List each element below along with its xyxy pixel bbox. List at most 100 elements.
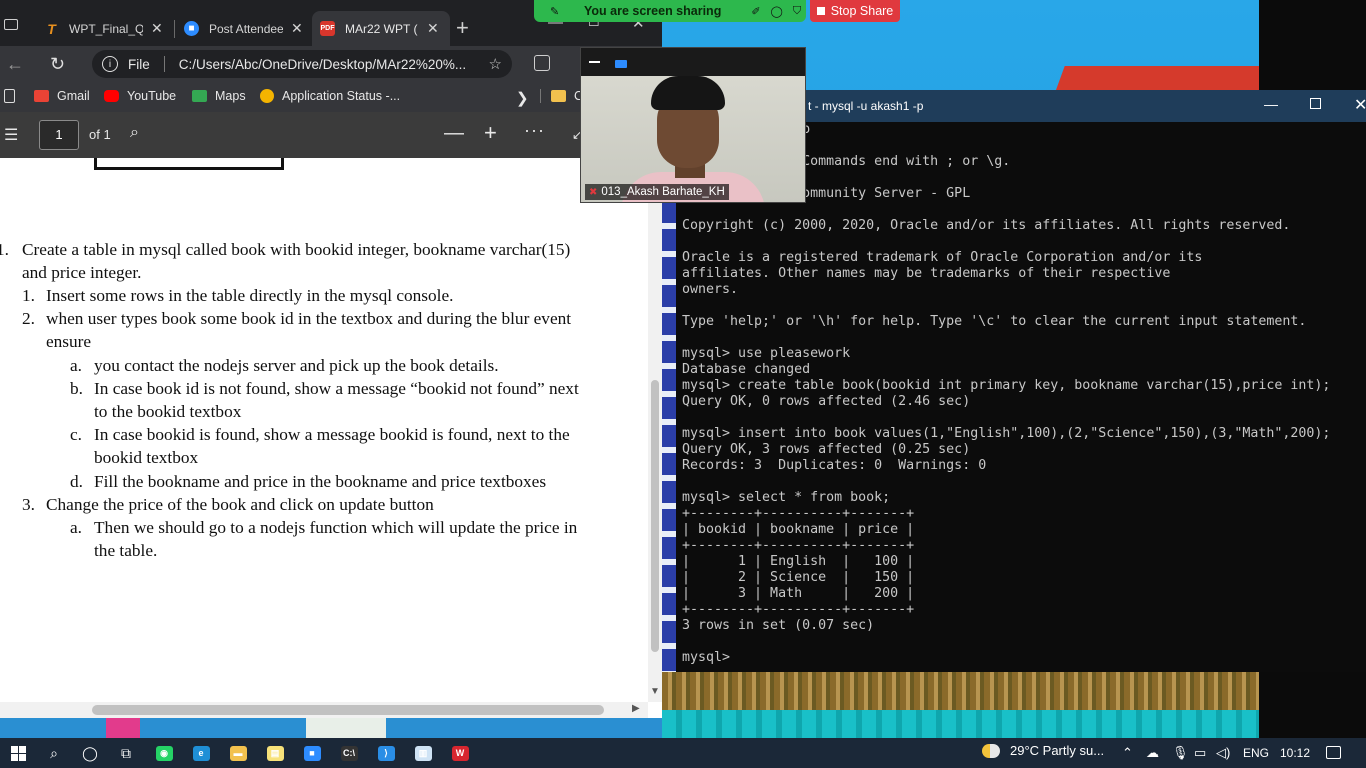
list-marker: 1.	[22, 286, 35, 305]
onedrive-icon[interactable]: ☁	[1146, 745, 1159, 761]
pdf-toolbar: ☰ 1 of 1 ⌕ — + ··· ↙	[0, 112, 662, 158]
terminal-line: mysql> create table book(bookid int prim…	[682, 378, 1331, 393]
terminal-line: | 2 | Science | 150 |	[682, 570, 915, 585]
annotate-icon[interactable]: ✐	[751, 5, 760, 18]
search-icon[interactable]: ⌕	[130, 124, 139, 142]
wallpaper-ground	[662, 672, 1259, 712]
edge-icon[interactable]: e	[191, 744, 211, 762]
weather-widget[interactable]: 29°C Partly su...	[982, 743, 1104, 758]
pause-share-icon[interactable]: ◯	[771, 5, 783, 18]
terminal-line: Records: 3 Duplicates: 0 Warnings: 0	[682, 458, 987, 473]
list-marker: a.	[70, 518, 82, 537]
list-marker: 3.	[22, 495, 35, 514]
input-language[interactable]: ENG	[1243, 746, 1269, 760]
close-tab-icon[interactable]: ✕	[291, 20, 303, 37]
zoom-icon[interactable]: ■	[302, 744, 322, 762]
battery-icon[interactable]: ▭	[1194, 745, 1206, 761]
terminal-line: owners.	[682, 282, 739, 297]
bookmarks-overflow-chevron-icon[interactable]: ❯	[516, 89, 529, 107]
pdf-text-line: In case bookid is found, show a message …	[94, 425, 570, 444]
cortana-icon[interactable]: ◯	[80, 744, 100, 762]
close-tab-icon[interactable]: ✕	[427, 20, 439, 37]
refresh-icon[interactable]: ↻	[50, 54, 65, 75]
bookmark-maps[interactable]: Maps	[192, 89, 246, 103]
contents-menu-icon[interactable]: ☰	[4, 125, 18, 145]
favorite-star-icon[interactable]: ☆	[489, 55, 502, 73]
vertical-scroll-thumb[interactable]	[651, 380, 659, 652]
notes-icon[interactable]: ▥	[413, 744, 433, 762]
task-view-icon[interactable]: ⧉	[116, 744, 136, 762]
tab-actions-icon[interactable]	[4, 19, 18, 30]
bookmark-label: Gmail	[57, 89, 90, 103]
video-pin-icon[interactable]	[615, 60, 627, 68]
horizontal-scroll-thumb[interactable]	[92, 705, 604, 715]
show-hidden-icons-chevron-icon[interactable]: ⌃	[1122, 745, 1133, 761]
more-options-icon[interactable]: ···	[524, 120, 545, 141]
wps-icon[interactable]: W	[450, 744, 470, 762]
folder-icon	[551, 90, 566, 102]
bookmark-application-status[interactable]: Application Status -...	[260, 89, 400, 103]
cmd-icon[interactable]: C:\	[339, 744, 359, 762]
terminal-line: Query OK, 3 rows affected (0.25 sec)	[682, 442, 971, 457]
participant-name: 013_Akash Barhate_KH	[601, 186, 725, 198]
notification-center-icon[interactable]	[1326, 746, 1341, 759]
scroll-right-arrow-icon[interactable]: ▶	[632, 703, 640, 714]
security-shield-icon[interactable]: ⛉	[793, 5, 801, 18]
browser-window: T WPT_Final_Qu ✕ ■ Post Attendee ✕ PDF M…	[0, 0, 662, 718]
reading-list-icon[interactable]	[4, 89, 23, 103]
app-glyph: ◉	[155, 745, 173, 761]
stop-share-button[interactable]: Stop Share	[810, 0, 900, 22]
stop-share-label: Stop Share	[830, 4, 894, 18]
video-minimize-icon[interactable]	[589, 61, 600, 63]
windows-start-icon[interactable]	[8, 744, 28, 762]
pdf-text-line: Change the price of the book and click o…	[46, 495, 434, 514]
terminal-minimize-icon[interactable]: —	[1264, 96, 1278, 112]
pdf-text-line: Fill the bookname and price in the bookn…	[94, 472, 547, 491]
list-marker: a.	[70, 356, 82, 375]
volume-icon[interactable]: ◁)	[1216, 745, 1230, 761]
clock[interactable]: 10:12	[1280, 746, 1310, 760]
back-icon[interactable]: ←	[6, 54, 24, 75]
terminal-line: Copyright (c) 2000, 2020, Oracle and/or …	[682, 218, 1291, 233]
terminal-line: mysql>	[682, 650, 731, 665]
bookmark-youtube[interactable]: YouTube	[104, 89, 176, 103]
tab-mar22-wpt[interactable]: PDF MAr22 WPT ( ✕	[312, 11, 450, 46]
close-tab-icon[interactable]: ✕	[151, 20, 163, 37]
vscode-icon[interactable]: ⟩	[376, 744, 396, 762]
zoom-video-window[interactable]: ✖ 013_Akash Barhate_KH	[580, 47, 806, 203]
bookmark-gmail[interactable]: Gmail	[34, 89, 90, 103]
list-marker: c.	[70, 425, 82, 444]
app-status-icon	[260, 89, 274, 103]
zoom-out-icon[interactable]: —	[444, 122, 464, 145]
page-number-input[interactable]: 1	[39, 120, 79, 150]
info-icon[interactable]: i	[102, 56, 118, 72]
whatsapp-icon[interactable]: ◉	[154, 744, 174, 762]
zoom-in-icon[interactable]: +	[484, 120, 497, 146]
notepad-icon[interactable]: ▤	[265, 744, 285, 762]
scroll-down-arrow-icon[interactable]: ▼	[650, 686, 660, 697]
search-icon[interactable]: ⌕	[44, 744, 64, 762]
bookmark-label: Application Status -...	[282, 89, 401, 103]
list-marker: b.	[70, 379, 83, 398]
terminal-maximize-icon[interactable]	[1310, 98, 1321, 109]
new-tab-button[interactable]: +	[456, 17, 469, 39]
app-glyph: ⟩	[377, 745, 395, 761]
pdf-figure-box	[94, 158, 284, 170]
terminal-output[interactable]: sql -u akash1 -p *********ySQL monitor. …	[682, 122, 1362, 666]
tab-wpt-final[interactable]: T WPT_Final_Qu ✕	[36, 11, 174, 46]
terminal-close-icon[interactable]: ✕	[1354, 95, 1366, 115]
pdf-text-line: the table.	[94, 541, 158, 560]
app-glyph: W	[451, 745, 469, 761]
file-explorer-icon[interactable]: ▬	[228, 744, 248, 762]
terminal-line: mysql> select * from book;	[682, 490, 891, 505]
address-bar[interactable]: i File C:/Users/Abc/OneDrive/Desktop/MAr…	[92, 50, 512, 78]
tab-post-attendee[interactable]: ■ Post Attendee ✕	[176, 11, 310, 46]
pdf-favicon-icon: PDF	[320, 21, 335, 36]
pdf-text-line: when user types book some book id in the…	[46, 309, 572, 328]
collections-icon[interactable]	[534, 55, 550, 71]
other-favorites[interactable]: C	[540, 89, 583, 103]
microphone-icon[interactable]: 🎙	[1172, 745, 1189, 761]
terminal-line: affiliates. Other names may be trademark…	[682, 266, 1171, 281]
tab-title: MAr22 WPT (	[345, 21, 418, 36]
